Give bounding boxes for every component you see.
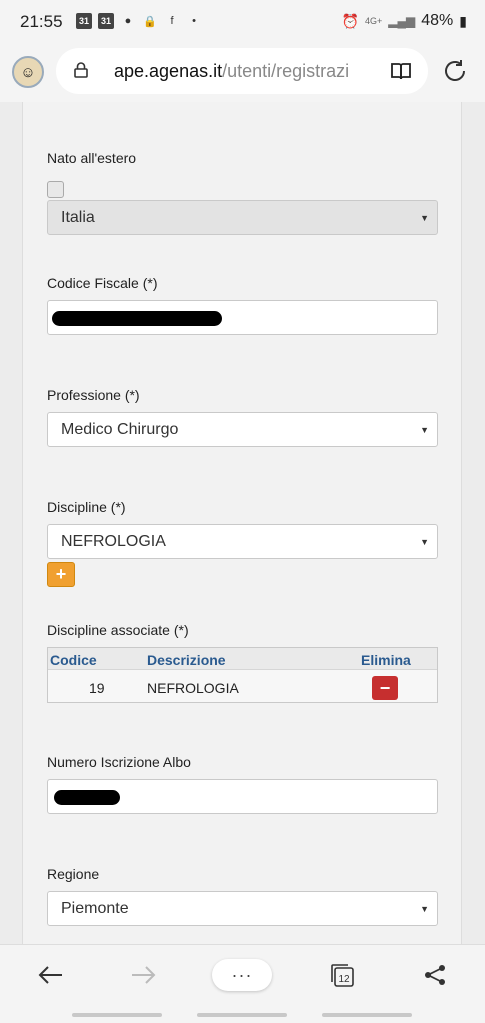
battery-level: 48%: [421, 12, 454, 29]
status-time: 21:55: [20, 12, 63, 31]
discipline-associate-label: Discipline associate (*): [47, 622, 189, 638]
nato-estero-checkbox[interactable]: [47, 181, 64, 198]
url-text[interactable]: ape.agenas.it/utenti/registrazi: [114, 61, 384, 82]
reader-mode-icon[interactable]: [390, 60, 412, 82]
lock-icon: 🔒: [143, 15, 157, 28]
table-cell-codice: 19: [89, 680, 105, 696]
tab-count: 12: [338, 974, 350, 985]
add-discipline-button[interactable]: +: [47, 562, 75, 587]
url-path: /utenti/registrazi: [222, 61, 350, 81]
redacted-value: [54, 790, 120, 805]
system-icons: ⏰ 4G+ ▂▄▆ 48% ▮: [342, 12, 467, 30]
gesture-bar: [322, 1013, 412, 1017]
numero-albo-label: Numero Iscrizione Albo: [47, 754, 191, 770]
regione-label: Regione: [47, 866, 100, 882]
nazione-value: Italia: [61, 209, 95, 226]
column-header-codice: Codice: [50, 652, 97, 668]
chat-icon: ●: [124, 15, 132, 27]
status-bar: 21:55 31 31 ● 🔒 f • ⏰ 4G+ ▂▄▆ 48% ▮: [0, 0, 485, 44]
dot-icon: •: [192, 15, 196, 27]
menu-button[interactable]: ···: [212, 959, 272, 991]
discipline-select[interactable]: NEFROLOGIA ▼: [47, 524, 438, 559]
browser-toolbar: ☺ ape.agenas.it/utenti/registrazi: [0, 44, 485, 102]
tabs-icon[interactable]: 12: [330, 963, 356, 989]
calendar-icon: 31: [76, 13, 92, 29]
address-bar[interactable]: ape.agenas.it/utenti/registrazi: [56, 48, 428, 94]
back-arrow-icon[interactable]: [34, 963, 68, 987]
profile-avatar-icon[interactable]: ☺: [12, 56, 44, 88]
signal-icon: ▂▄▆: [388, 14, 416, 28]
codice-fiscale-input[interactable]: [47, 300, 438, 335]
facebook-icon: f: [170, 15, 174, 27]
page-content: Nato all'estero Italia ▼ Codice Fiscale …: [0, 102, 485, 944]
browser-bottom-nav: ··· 12: [0, 944, 485, 1023]
refresh-icon[interactable]: [440, 56, 470, 86]
gesture-bar: [72, 1013, 162, 1017]
chevron-down-icon: ▼: [420, 213, 429, 223]
chevron-down-icon: ▼: [420, 904, 429, 914]
chevron-down-icon: ▼: [420, 537, 429, 547]
professione-label: Professione (*): [47, 387, 140, 403]
redacted-value: [52, 311, 222, 326]
discipline-table: Codice Descrizione Elimina 19 NEFROLOGIA…: [47, 647, 438, 703]
lock-icon: [74, 62, 88, 78]
network-label: 4G+: [365, 16, 383, 26]
table-cell-descrizione: NEFROLOGIA: [147, 680, 239, 696]
professione-value: Medico Chirurgo: [61, 421, 179, 438]
discipline-label: Discipline (*): [47, 499, 126, 515]
column-header-descrizione: Descrizione: [147, 652, 226, 668]
regione-select[interactable]: Piemonte ▼: [47, 891, 438, 926]
gesture-bar: [197, 1013, 287, 1017]
nazione-select[interactable]: Italia ▼: [47, 200, 438, 235]
column-header-elimina: Elimina: [361, 652, 411, 668]
codice-fiscale-label: Codice Fiscale (*): [47, 275, 158, 291]
notification-icons: 31 31 ● 🔒 f •: [76, 13, 202, 29]
url-host: ape.agenas.it: [114, 61, 223, 81]
battery-icon: ▮: [459, 12, 467, 29]
forward-arrow-icon[interactable]: [126, 963, 160, 987]
alarm-icon: ⏰: [341, 12, 360, 29]
discipline-value: NEFROLOGIA: [61, 533, 166, 550]
chevron-down-icon: ▼: [420, 425, 429, 435]
regione-value: Piemonte: [61, 900, 129, 917]
numero-albo-input[interactable]: [47, 779, 438, 814]
table-header: Codice Descrizione Elimina: [48, 648, 437, 670]
nato-estero-label: Nato all'estero: [47, 150, 137, 166]
share-icon[interactable]: [418, 963, 452, 987]
delete-discipline-button[interactable]: −: [372, 676, 398, 700]
calendar-icon: 31: [98, 13, 114, 29]
professione-select[interactable]: Medico Chirurgo ▼: [47, 412, 438, 447]
